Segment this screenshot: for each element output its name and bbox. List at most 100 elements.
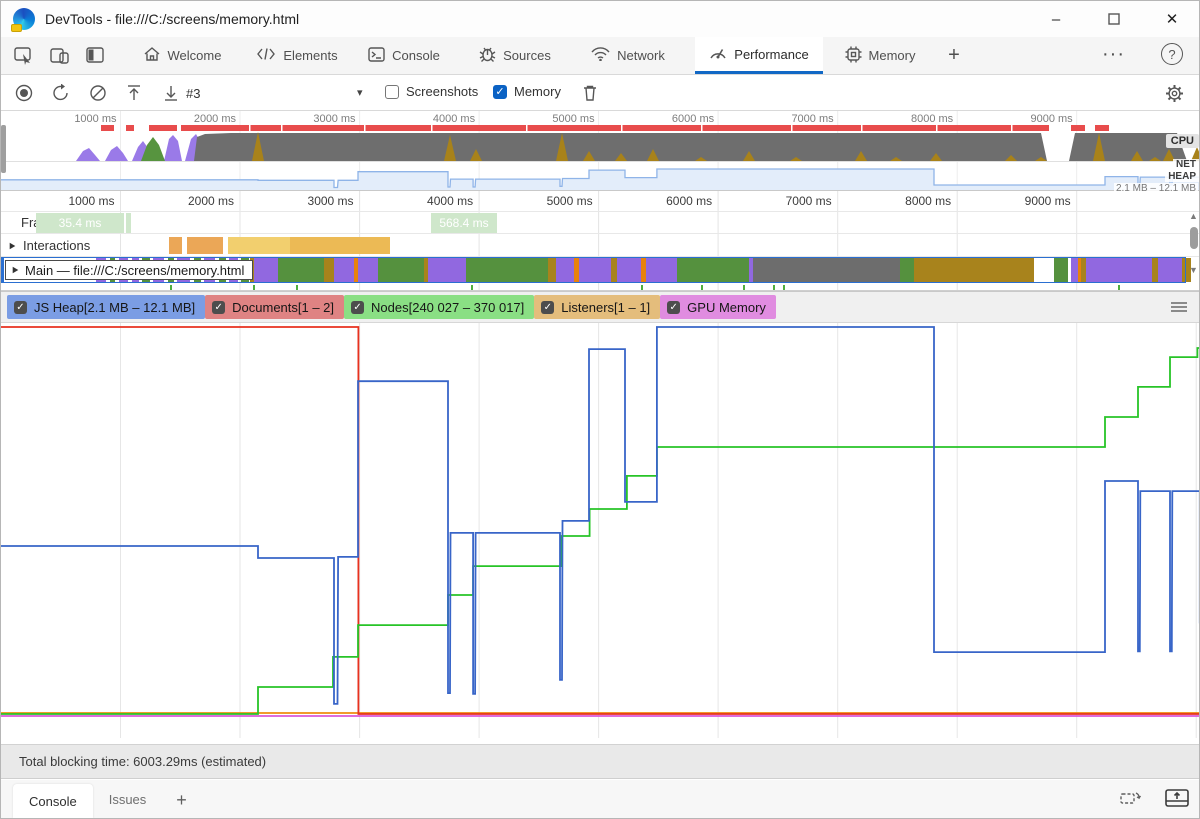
svg-text:5000 ms: 5000 ms [547, 194, 593, 208]
main-track-label-box[interactable]: Main — file:///C:/screens/memory.html [5, 260, 254, 280]
devtools-window: DevTools - file:///C:/screens/memory.htm… [0, 0, 1200, 819]
history-dropdown-caret[interactable]: ▾ [357, 86, 363, 99]
svg-text:6000 ms: 6000 ms [672, 113, 715, 125]
code-icon [256, 47, 276, 64]
drawer-tab-bar: Console Issues + [1, 780, 1199, 818]
svg-text:9000 ms: 9000 ms [1030, 113, 1073, 125]
memory-checkbox[interactable]: ✓ [493, 84, 507, 99]
main-track-focus-bar [1, 257, 4, 283]
close-button[interactable]: ✕ [1143, 2, 1199, 36]
svg-text:5000 ms: 5000 ms [552, 113, 595, 125]
memory-chart[interactable] [1, 323, 1199, 744]
cpu-track-label: CPU [1165, 134, 1199, 148]
tab-welcome[interactable]: Welcome [131, 37, 233, 74]
svg-text:8000 ms: 8000 ms [905, 194, 951, 208]
tab-console[interactable]: Console [353, 37, 455, 74]
tab-elements[interactable]: Elements [245, 37, 349, 74]
svg-text:7000 ms: 7000 ms [786, 194, 832, 208]
help-button[interactable]: ? [1161, 43, 1183, 65]
legend-menu-icon[interactable] [1171, 300, 1187, 314]
counter-checkbox[interactable]: ✓ [541, 300, 555, 314]
add-drawer-tab-button[interactable]: + [176, 790, 187, 811]
edge-logo-icon [11, 8, 35, 32]
more-tabs-button[interactable]: ··· [1102, 43, 1125, 66]
settings-gear-button[interactable] [1161, 81, 1187, 105]
session-label: #3 [186, 86, 201, 101]
counter-toggle-listeners[interactable]: ✓ Listeners[1 – 1] [534, 295, 661, 319]
screenshots-toggle[interactable]: Screenshots [385, 84, 478, 99]
main-track-label: Main — file:///C:/screens/memory.html [25, 262, 245, 278]
status-bar: Total blocking time: 6003.29ms (estimate… [1, 744, 1199, 779]
interactions-row-toggle[interactable]: Interactions [9, 238, 90, 253]
counter-toggle-gpu-memory[interactable]: ✓ GPU Memory [660, 295, 776, 319]
tab-performance[interactable]: Performance [695, 37, 823, 74]
svg-text:2000 ms: 2000 ms [188, 194, 234, 208]
maximize-button[interactable] [1085, 2, 1143, 36]
svg-text:4000 ms: 4000 ms [433, 113, 476, 125]
download-profile-button[interactable] [158, 81, 184, 105]
counter-checkbox[interactable]: ✓ [667, 300, 681, 314]
tab-network[interactable]: Network [575, 37, 681, 74]
frame-duration-badge[interactable]: 35.4 ms [36, 213, 124, 233]
delete-recording-button[interactable] [577, 81, 603, 105]
tab-memory[interactable]: Memory [831, 37, 929, 74]
scroll-up-icon[interactable]: ▲ [1189, 211, 1198, 221]
drawer-tab-console[interactable]: Console [13, 784, 93, 818]
counter-toggle-documents[interactable]: ✓ Documents[1 – 2] [205, 295, 345, 319]
inspect-element-icon[interactable] [11, 44, 37, 68]
chip-icon [845, 46, 862, 66]
scrollbar-thumb[interactable] [1190, 227, 1198, 249]
svg-text:2000 ms: 2000 ms [194, 113, 237, 125]
dock-panel-icon[interactable] [83, 44, 109, 68]
memory-counters-legend: ✓ JS Heap[2.1 MB – 12.1 MB] ✓ Documents[1 –… [1, 291, 1199, 323]
edge-dev-badge [11, 24, 22, 32]
svg-text:7000 ms: 7000 ms [791, 113, 834, 125]
scroll-down-icon[interactable]: ▼ [1189, 265, 1198, 275]
help-icon: ? [1168, 46, 1176, 62]
overview-left-handle[interactable] [1, 125, 6, 173]
svg-text:3000 ms: 3000 ms [313, 113, 356, 125]
counter-toggle-nodes[interactable]: ✓ Nodes[240 027 – 370 017] [344, 295, 535, 319]
performance-toolbar: #3 ▾ Screenshots ✓ Memory [1, 75, 1199, 111]
counter-toggle-js-heap[interactable]: ✓ JS Heap[2.1 MB – 12.1 MB] [7, 295, 206, 319]
memory-toggle[interactable]: ✓ Memory [493, 84, 561, 99]
timeline-overview[interactable]: 1000 ms 2000 ms 3000 ms 4000 ms 5000 ms 6000 … [1, 111, 1199, 194]
frame-duration-badge[interactable] [126, 213, 131, 233]
counter-checkbox[interactable]: ✓ [351, 300, 365, 314]
clear-recordings-button[interactable] [85, 81, 111, 105]
tab-sources[interactable]: Sources [463, 37, 567, 74]
home-icon [143, 46, 161, 65]
counter-checkbox[interactable]: ✓ [14, 300, 27, 314]
memory-label: Memory [514, 84, 561, 99]
upload-profile-button[interactable] [121, 81, 147, 105]
counter-checkbox[interactable]: ✓ [212, 300, 226, 314]
drawer-tab-issues[interactable]: Issues [93, 784, 163, 814]
heap-track-label: HEAP [1165, 171, 1199, 182]
expand-quick-view-icon[interactable] [1165, 788, 1189, 813]
frame-duration-badge[interactable]: 568.4 ms [431, 213, 497, 233]
screenshots-label: Screenshots [406, 84, 479, 99]
timeline-tracks: 1000 ms 2000 ms 3000 ms 4000 ms 5000 ms 6000 … [1, 191, 1199, 291]
minimize-button[interactable]: – [1027, 2, 1085, 36]
devtools-tab-bar: Welcome Elements Console Sources Network Perf… [1, 37, 1199, 111]
gauge-icon [709, 45, 727, 63]
tracks-scrollbar[interactable]: ▲ ▼ [1187, 211, 1199, 290]
svg-text:4000 ms: 4000 ms [427, 194, 473, 208]
svg-text:1000 ms: 1000 ms [74, 113, 117, 125]
svg-text:9000 ms: 9000 ms [1025, 194, 1071, 208]
screenshots-checkbox[interactable] [385, 84, 399, 99]
console-icon [368, 46, 385, 65]
title-bar: DevTools - file:///C:/screens/memory.htm… [1, 1, 1199, 37]
interactions-row-label: Interactions [23, 238, 91, 253]
reload-and-record-button[interactable] [48, 81, 74, 105]
main-track-row[interactable]: Main — file:///C:/screens/memory.html [1, 257, 1186, 283]
new-devtools-tab-button[interactable]: + [939, 37, 969, 74]
more-icon: ··· [1102, 43, 1125, 65]
total-blocking-time-text: Total blocking time: 6003.29ms (estimate… [19, 754, 267, 769]
device-emulation-icon[interactable] [47, 44, 73, 68]
window-title: DevTools - file:///C:/screens/memory.htm… [45, 11, 300, 27]
svg-text:8000 ms: 8000 ms [911, 113, 954, 125]
record-button[interactable] [11, 81, 37, 105]
disclosure-triangle-icon [12, 266, 19, 274]
device-rotate-icon[interactable] [1119, 789, 1143, 812]
